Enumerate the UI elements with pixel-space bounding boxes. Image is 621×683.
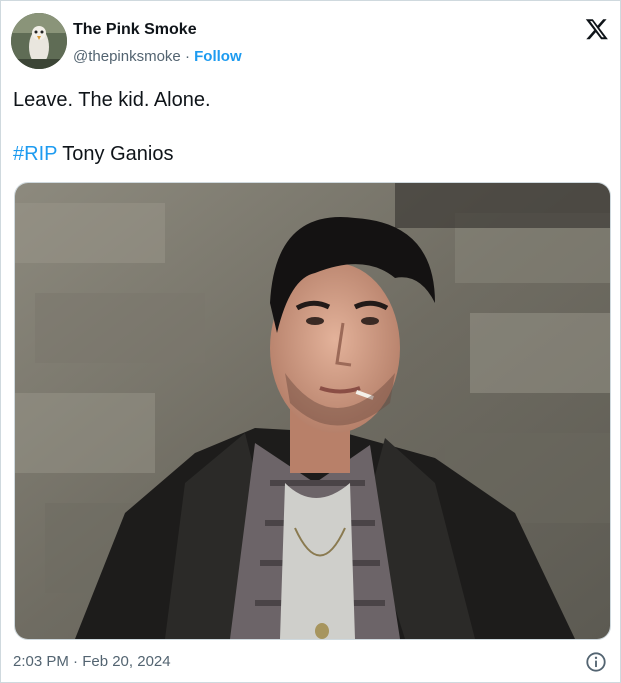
tweet-text-rest: Tony Ganios: [57, 143, 174, 165]
info-icon[interactable]: [585, 651, 607, 673]
avatar[interactable]: [11, 13, 67, 69]
author-handle-line: @thepinksmoke · Follow: [73, 48, 242, 65]
follow-button[interactable]: Follow: [194, 48, 242, 65]
tweet-text-line-2: #RIP Tony Ganios: [13, 143, 173, 166]
author-name[interactable]: The Pink Smoke: [73, 21, 197, 39]
x-logo-icon[interactable]: [585, 17, 609, 41]
author-handle[interactable]: @thepinksmoke: [73, 48, 181, 65]
tweet-timestamp[interactable]: 2:03 PM · Feb 20, 2024: [13, 653, 171, 670]
tweet-media-photo[interactable]: [14, 182, 611, 640]
tweet-text-line-1: Leave. The kid. Alone.: [13, 89, 211, 111]
hashtag-link[interactable]: #RIP: [13, 143, 57, 165]
tweet-embed-card: The Pink Smoke @thepinksmoke · Follow Le…: [0, 0, 621, 683]
photo-young-man-leather-jacket: [15, 183, 610, 639]
tweet-header: The Pink Smoke @thepinksmoke · Follow: [11, 13, 611, 69]
separator-dot: ·: [180, 48, 195, 65]
avatar-image: [11, 13, 67, 69]
